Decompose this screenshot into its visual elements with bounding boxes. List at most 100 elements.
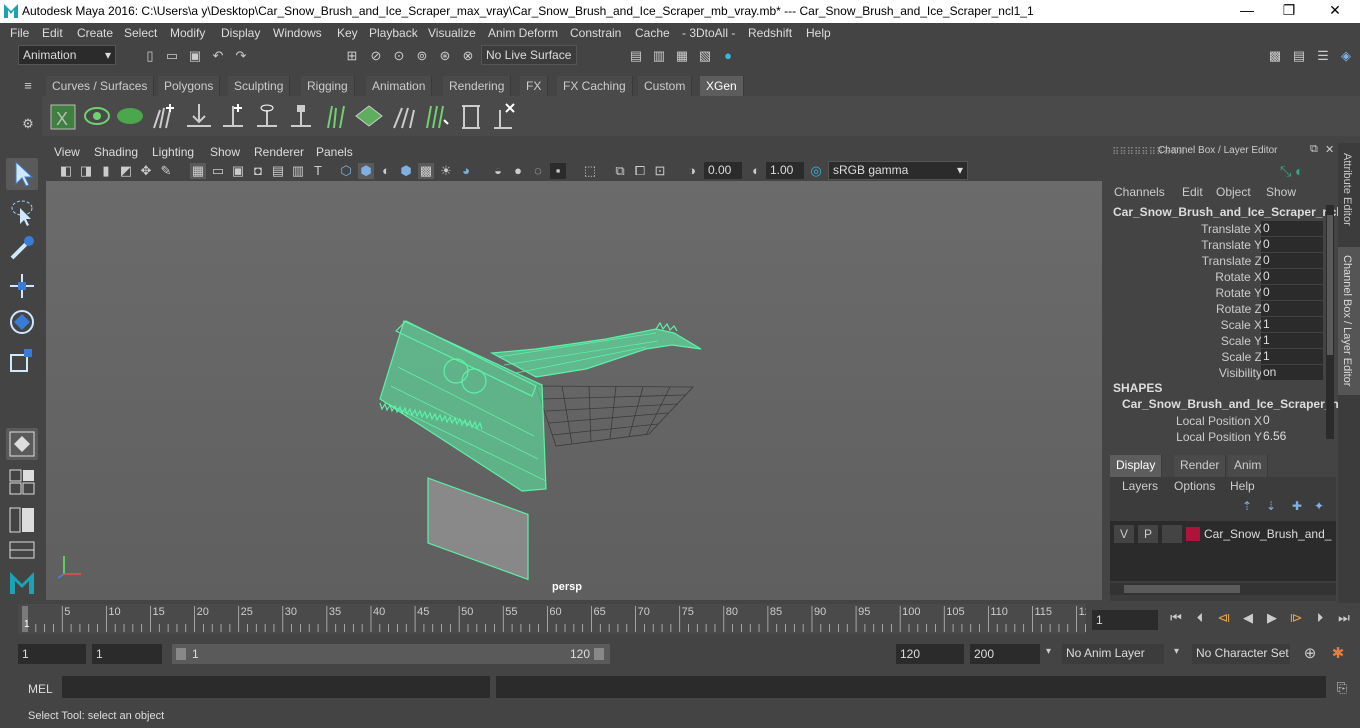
grease-pencil-icon[interactable]: ✎ xyxy=(158,163,174,179)
menu-constrain[interactable]: Constrain xyxy=(570,26,621,40)
time-slider[interactable]: 5 10 15 20 25 30 35 40 45 50 55 60 65 70 75 80 85 90 95 100… xyxy=(18,604,1086,634)
menu-modify[interactable]: Modify xyxy=(170,26,205,40)
tab-animation[interactable]: Animation xyxy=(366,76,433,96)
close-button[interactable]: ✕ xyxy=(1320,2,1350,19)
move-layer-down-icon[interactable]: ⇣ xyxy=(1266,499,1276,513)
attr-visibility[interactable]: Visibility on xyxy=(1106,365,1338,381)
xgen-place-guide-icon[interactable] xyxy=(184,100,214,132)
xgen-clumping-icon[interactable] xyxy=(456,100,486,132)
attr-translate-y[interactable]: Translate Y0 xyxy=(1106,237,1338,253)
snap-surface-icon[interactable]: ⊛ xyxy=(437,48,453,64)
minimize-button[interactable]: — xyxy=(1232,2,1262,18)
menu-key[interactable]: Key xyxy=(337,26,358,40)
use-all-lights-icon[interactable]: ▩ xyxy=(418,163,434,179)
layer-horizontal-scrollbar[interactable] xyxy=(1110,583,1336,595)
field-chart-icon[interactable]: ▤ xyxy=(270,163,286,179)
layers-menu[interactable]: Layers xyxy=(1122,479,1158,493)
attr-value[interactable]: 0 xyxy=(1261,237,1323,252)
xgen-delete-guide-icon[interactable] xyxy=(490,100,520,132)
open-scene-icon[interactable]: ▭ xyxy=(164,48,180,64)
layer-visibility-toggle[interactable]: V xyxy=(1114,525,1134,543)
gamma-icon[interactable]: ◐ xyxy=(748,163,764,179)
attr-value[interactable]: on xyxy=(1261,365,1323,380)
workspace-icon[interactable]: ▩ xyxy=(1267,48,1283,64)
maximize-button[interactable]: ❐ xyxy=(1274,2,1304,19)
attr-value[interactable]: 0 xyxy=(1261,285,1323,300)
move-layer-up-icon[interactable]: ⇡ xyxy=(1242,499,1252,513)
bookmark-icon[interactable]: ▮ xyxy=(98,163,114,179)
single-perspective-layout-icon[interactable] xyxy=(6,428,38,460)
safe-title-icon[interactable]: T xyxy=(310,163,326,179)
attr-value[interactable]: 0 xyxy=(1261,221,1323,236)
film-gate-icon[interactable]: ▭ xyxy=(210,163,226,179)
range-slider[interactable]: 1 120 xyxy=(172,644,610,664)
maya-home-icon[interactable] xyxy=(6,566,38,598)
range-start-handle[interactable] xyxy=(176,648,186,660)
modeling-toolkit-icon[interactable]: ▤ xyxy=(1291,48,1307,64)
attr-value[interactable]: 0 xyxy=(1261,413,1323,428)
ipr-render-icon[interactable]: ▦ xyxy=(674,48,690,64)
xgen-add-guide-icon[interactable] xyxy=(150,100,180,132)
smooth-shade-icon[interactable]: ⬢ xyxy=(358,163,374,179)
four-view-layout-icon[interactable] xyxy=(6,466,38,498)
tab-rigging[interactable]: Rigging xyxy=(301,76,355,96)
attr-value[interactable]: 0 xyxy=(1261,253,1323,268)
command-language-label[interactable]: MEL xyxy=(28,682,53,696)
xgen-preview-icon[interactable] xyxy=(82,100,112,132)
attr-rotate-y[interactable]: Rotate Y0 xyxy=(1106,285,1338,301)
menu-redshift[interactable]: Redshift xyxy=(748,26,792,40)
textured-icon[interactable]: ⬢ xyxy=(398,163,414,179)
viewport-menu-panels[interactable]: Panels xyxy=(316,145,353,159)
layer-row[interactable]: V P Car_Snow_Brush_and_Ic xyxy=(1114,525,1332,545)
motion-blur-icon[interactable]: ◒ xyxy=(490,163,506,179)
wireframe-icon[interactable]: ⬡ xyxy=(338,163,354,179)
viewport-menu-show[interactable]: Show xyxy=(210,145,240,159)
options-menu[interactable]: Options xyxy=(1174,479,1215,493)
layer-color-swatch[interactable] xyxy=(1186,527,1200,541)
layer-type-toggle[interactable] xyxy=(1162,525,1182,543)
tab-sculpting[interactable]: Sculpting xyxy=(228,76,291,96)
save-scene-icon[interactable]: ▣ xyxy=(187,48,203,64)
exposure-icon[interactable]: ◑ xyxy=(684,163,700,179)
channel-box-tab[interactable]: Channel Box / Layer Editor xyxy=(1338,247,1360,395)
render-view-icon[interactable]: ▤ xyxy=(628,48,644,64)
viewport-menu-shading[interactable]: Shading xyxy=(94,145,138,159)
channels-menu[interactable]: Channels xyxy=(1114,185,1165,199)
help-menu[interactable]: Help xyxy=(1230,479,1255,493)
2d-pan-icon[interactable]: ✥ xyxy=(138,163,154,179)
tab-polygons[interactable]: Polygons xyxy=(158,76,221,96)
xray-active-icon[interactable]: ⧠ xyxy=(632,163,648,179)
layer-name[interactable]: Car_Snow_Brush_and_Ic xyxy=(1204,527,1332,541)
attribute-editor-toggle-icon[interactable]: ☰ xyxy=(1315,48,1331,64)
animation-preferences-icon[interactable]: ✱ xyxy=(1330,646,1346,662)
xgen-guide-visibility-icon[interactable] xyxy=(252,100,282,132)
snap-vertex-icon[interactable]: ⊗ xyxy=(460,48,476,64)
step-back-frame-icon[interactable]: ⏴ xyxy=(1192,610,1208,626)
tab-custom[interactable]: Custom xyxy=(638,76,693,96)
attr-rotate-x[interactable]: Rotate X0 xyxy=(1106,269,1338,285)
xgen-lock-guide-icon[interactable] xyxy=(286,100,316,132)
lasso-tool-icon[interactable] xyxy=(6,196,38,228)
xgen-density-icon[interactable] xyxy=(354,100,384,132)
menu-set-dropdown[interactable]: Animation ▾ xyxy=(18,45,116,65)
menu-select[interactable]: Select xyxy=(124,26,157,40)
snap-curve-icon[interactable]: ⊘ xyxy=(368,48,384,64)
object-menu[interactable]: Object xyxy=(1216,185,1251,199)
playback-start-field[interactable]: 1 xyxy=(92,644,162,664)
shadows-icon[interactable]: ☀ xyxy=(438,163,454,179)
safe-action-icon[interactable]: ▥ xyxy=(290,163,306,179)
attr-value[interactable]: 1 xyxy=(1261,333,1323,348)
gate-mask-icon[interactable]: ◘ xyxy=(250,163,266,179)
move-tool-icon[interactable] xyxy=(6,270,38,302)
tab-fx-caching[interactable]: FX Caching xyxy=(557,76,633,96)
new-scene-icon[interactable]: ▯ xyxy=(142,48,158,64)
shape-name[interactable]: Car_Snow_Brush_and_Ice_Scraper_n... xyxy=(1122,397,1349,411)
menu-anim-deform[interactable]: Anim Deform xyxy=(488,26,558,40)
anim-layer-dropdown[interactable]: No Anim Layer xyxy=(1062,644,1164,664)
layer-playback-toggle[interactable]: P xyxy=(1138,525,1158,543)
screen-space-ao-icon[interactable]: ◕ xyxy=(458,163,474,179)
xgen-leaf-icon[interactable] xyxy=(116,100,146,132)
edit-menu[interactable]: Edit xyxy=(1182,185,1203,199)
snap-grid-icon[interactable]: ⊞ xyxy=(344,48,360,64)
attr-rotate-z[interactable]: Rotate Z0 xyxy=(1106,301,1338,317)
